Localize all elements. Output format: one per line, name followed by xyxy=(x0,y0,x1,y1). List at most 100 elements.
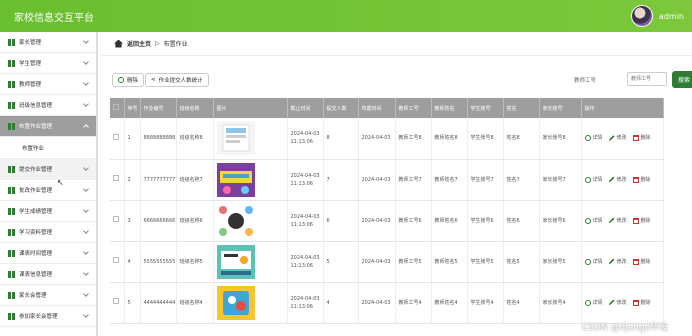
trash-icon xyxy=(632,299,639,306)
cell-time: 2024-04-03 xyxy=(358,200,396,242)
search-button[interactable]: 搜索 xyxy=(672,71,692,88)
row-checkbox[interactable] xyxy=(113,216,119,222)
sidebar-item[interactable]: 批改作业管理 xyxy=(0,180,96,201)
row-checkbox-cell[interactable] xyxy=(110,159,125,201)
homework-image xyxy=(213,118,288,160)
row-checkbox[interactable] xyxy=(113,175,119,181)
detail-icon xyxy=(584,176,591,183)
breadcrumb-home[interactable]: 返回主页 xyxy=(127,39,151,48)
sidebar-item[interactable]: 学生管理 xyxy=(0,53,96,74)
cell-sno: 学生账号5 xyxy=(467,241,504,283)
sidebar-item-label: 学生管理 xyxy=(19,61,42,67)
column-header: 教师工号 xyxy=(395,98,432,118)
delete-row-label: 删除 xyxy=(640,217,651,224)
detail-button[interactable]: 详情 xyxy=(584,258,603,266)
delete-row-button[interactable]: 删除 xyxy=(632,176,651,184)
row-checkbox-cell[interactable] xyxy=(110,200,125,242)
detail-button[interactable]: 详情 xyxy=(584,134,603,142)
sidebar-item[interactable]: 布置作业 xyxy=(0,137,96,159)
detail-label: 详情 xyxy=(592,258,603,265)
edit-button[interactable]: 修改 xyxy=(608,217,627,225)
column-header: 教师姓名 xyxy=(431,98,468,118)
chevron-down-icon xyxy=(83,38,89,44)
column-header: 序号 xyxy=(124,98,141,118)
sidebar-item-label: 家长管理 xyxy=(19,40,42,46)
cell-tname: 教师姓名7 xyxy=(431,159,468,201)
delete-row-button[interactable]: 删除 xyxy=(632,299,651,307)
delete-row-label: 删除 xyxy=(640,258,651,265)
cell-idx: 4 xyxy=(124,241,141,283)
sidebar-item[interactable]: 课表信息管理 xyxy=(0,264,96,285)
delete-row-button[interactable]: 删除 xyxy=(632,134,651,142)
sidebar-item[interactable]: 参加家长会管理 xyxy=(0,306,96,327)
chevron-down-icon xyxy=(83,312,89,318)
sidebar-item-label: 布置作业管理 xyxy=(19,124,53,130)
username[interactable]: admin xyxy=(659,12,684,21)
column-header[interactable] xyxy=(110,98,125,118)
ops-cell: 详情 修改 删除 xyxy=(581,159,664,201)
homework-image xyxy=(213,241,288,283)
search-input[interactable] xyxy=(627,72,667,86)
cell-class: 班级名称6 xyxy=(176,200,214,242)
cell-count: 8 xyxy=(323,118,359,160)
delete-row-label: 删除 xyxy=(640,299,651,306)
row-checkbox-cell[interactable] xyxy=(110,282,125,324)
user-menu[interactable]: admin xyxy=(630,5,684,27)
home-icon[interactable] xyxy=(114,39,123,48)
sidebar-item[interactable]: 家长会管理 xyxy=(0,285,96,306)
chevron-down-icon xyxy=(83,80,89,86)
cell-pno: 家长账号5 xyxy=(539,241,582,283)
sidebar-item-label: 课表时间管理 xyxy=(19,251,53,257)
sidebar-item[interactable]: 布置作业管理 xyxy=(0,116,96,137)
column-header: 作业编号 xyxy=(140,98,177,118)
sidebar-item[interactable]: 提交作业管理 xyxy=(0,159,96,180)
avatar[interactable] xyxy=(630,5,653,27)
edit-button[interactable]: 修改 xyxy=(608,176,627,184)
edit-icon xyxy=(608,258,615,265)
grid-icon xyxy=(8,228,15,236)
row-checkbox-cell[interactable] xyxy=(110,118,125,160)
cell-sno: 学生账号6 xyxy=(467,200,504,242)
app-title: 家校信息交互平台 xyxy=(14,12,94,24)
detail-button[interactable]: 详情 xyxy=(584,299,603,307)
edit-button[interactable]: 修改 xyxy=(608,299,627,307)
detail-button[interactable]: 详情 xyxy=(584,176,603,184)
row-checkbox[interactable] xyxy=(113,257,119,263)
trash-icon xyxy=(632,258,639,265)
cell-name: 姓名4 xyxy=(503,282,540,324)
sidebar-item-label: 学生成绩管理 xyxy=(19,209,53,215)
cell-tname: 教师姓名6 xyxy=(431,200,468,242)
sidebar-item[interactable]: 教师管理 xyxy=(0,74,96,95)
delete-button[interactable]: 删除 xyxy=(112,73,145,87)
sidebar-item[interactable]: 学生成绩管理 xyxy=(0,201,96,222)
row-checkbox[interactable] xyxy=(113,133,119,140)
sidebar-item[interactable]: 班级信息管理 xyxy=(0,95,96,116)
detail-icon xyxy=(584,217,591,224)
cell-class: 班级名称5 xyxy=(176,241,214,283)
sidebar-item[interactable]: 课表时间管理 xyxy=(0,243,96,264)
cell-pno: 家长账号6 xyxy=(539,200,582,242)
edit-button[interactable]: 修改 xyxy=(608,134,627,142)
cell-idx: 5 xyxy=(124,282,141,324)
cell-pno: 家长账号7 xyxy=(539,159,582,201)
row-checkbox[interactable] xyxy=(113,298,119,304)
cell-tno: 教师工号5 xyxy=(395,241,432,283)
delete-row-button[interactable]: 删除 xyxy=(632,258,651,266)
table-header-row: 序号 作业编号 班级名称 图片 截止时间 提交人数 布置时间 教师工号 教师姓名 学生账号 姓名 家长… xyxy=(110,98,664,118)
delete-circle-icon xyxy=(118,77,124,83)
sidebar-item[interactable]: 学习资料管理 xyxy=(0,222,96,243)
select-all-checkbox[interactable] xyxy=(113,104,119,110)
edit-icon xyxy=(608,299,615,306)
row-checkbox-cell[interactable] xyxy=(110,241,125,283)
delete-row-label: 删除 xyxy=(640,135,651,142)
edit-label: 修改 xyxy=(616,217,627,224)
delete-row-button[interactable]: 删除 xyxy=(632,217,651,225)
cell-class: 班级名称7 xyxy=(176,159,214,201)
detail-button[interactable]: 详情 xyxy=(584,217,603,225)
stats-button[interactable]: ⋖ 作业提交人数统计 xyxy=(145,73,209,87)
cell-name: 姓名8 xyxy=(503,118,540,160)
grid-icon xyxy=(8,165,15,173)
sidebar-item[interactable]: 家长管理 xyxy=(0,32,96,53)
grid-icon xyxy=(8,312,15,320)
edit-button[interactable]: 修改 xyxy=(608,258,627,266)
